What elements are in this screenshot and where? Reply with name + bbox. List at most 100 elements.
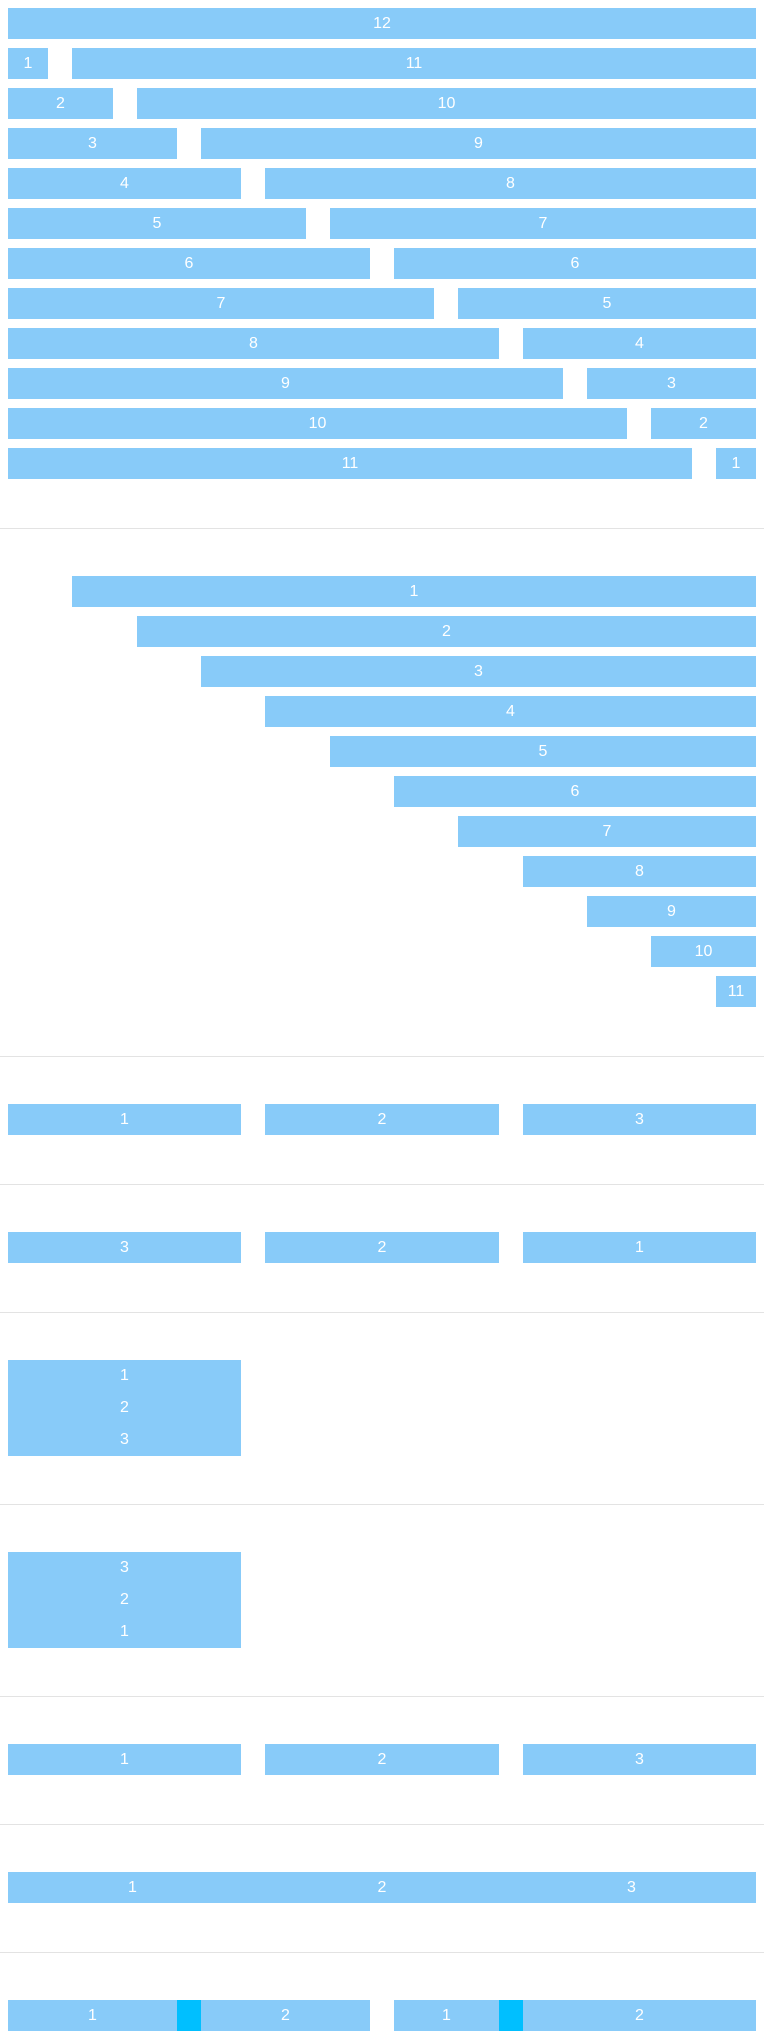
split-cell: 1 xyxy=(394,2000,499,2031)
cell-label: 8 xyxy=(635,862,644,880)
cell-label: 5 xyxy=(602,294,612,312)
stack-item: 3 xyxy=(8,1424,241,1456)
grid-cell-left: 2 xyxy=(8,88,113,119)
section-divider xyxy=(0,1824,764,1825)
column-cell: 1 xyxy=(8,1104,241,1135)
wide-bar: 1 2 3 xyxy=(8,1872,756,1903)
cell-label: 8 xyxy=(249,334,258,352)
cell-label: 1 xyxy=(120,1110,129,1128)
cell-label: 6 xyxy=(570,254,580,272)
cell-label: 1 xyxy=(442,2006,451,2024)
cell-label: 3 xyxy=(635,1110,644,1128)
cell-label: 2 xyxy=(120,1399,129,1416)
wide-bar-label: 2 xyxy=(377,1878,387,1896)
grid-cell-right: 2 xyxy=(651,408,756,439)
cell-label: 2 xyxy=(377,1238,387,1256)
offset-cell: 10 xyxy=(651,936,756,967)
column-cell: 1 xyxy=(523,1232,756,1263)
cell-label: 2 xyxy=(377,1110,387,1128)
cell-label: 4 xyxy=(635,334,644,352)
cell-label: 4 xyxy=(506,702,515,720)
cell-label: 2 xyxy=(281,2006,290,2024)
stack-item: 1 xyxy=(8,1616,241,1648)
cell-label: 2 xyxy=(442,622,451,640)
cell-label: 3 xyxy=(667,374,676,392)
offset-cell: 3 xyxy=(201,656,756,687)
cell-label: 2 xyxy=(377,1750,387,1768)
offset-cell: 8 xyxy=(523,856,756,887)
grid-cell-left: 4 xyxy=(8,168,241,199)
section-divider xyxy=(0,1696,764,1697)
cell-label: 9 xyxy=(474,134,483,152)
cell-label: 2 xyxy=(56,94,65,112)
stack-item: 2 xyxy=(8,1392,241,1424)
offset-cell: 9 xyxy=(587,896,756,927)
cell-label: 6 xyxy=(570,782,580,800)
offset-cell: 1 xyxy=(72,576,756,607)
cell-label: 8 xyxy=(506,174,515,192)
cell-label: 3 xyxy=(120,1559,129,1576)
cell-label: 10 xyxy=(694,942,713,960)
cell-label: 3 xyxy=(120,1431,129,1448)
cell-label: 7 xyxy=(216,294,226,312)
vertical-stack: 1 2 3 xyxy=(8,1360,241,1456)
offset-cell: 2 xyxy=(137,616,756,647)
stack-item: 3 xyxy=(8,1552,241,1584)
wide-bar-label: 3 xyxy=(627,1878,636,1896)
cell-label: 1 xyxy=(120,1623,129,1640)
offset-cell: 6 xyxy=(394,776,756,807)
grid-cell-right: 4 xyxy=(523,328,756,359)
grid-cell-left: 9 xyxy=(8,368,563,399)
grid-cell-left: 1 xyxy=(8,48,48,79)
column-cell: 2 xyxy=(265,1232,499,1263)
column-cell: 1 xyxy=(8,1744,241,1775)
grid-cell-right: 8 xyxy=(265,168,756,199)
cell-label: 3 xyxy=(635,1750,644,1768)
offset-cell: 7 xyxy=(458,816,756,847)
cell-label: 3 xyxy=(474,662,483,680)
cell-label: 1 xyxy=(120,1367,129,1384)
column-cell: 3 xyxy=(523,1744,756,1775)
stack-item: 1 xyxy=(8,1360,241,1392)
stack-item: 2 xyxy=(8,1584,241,1616)
section-divider xyxy=(0,1312,764,1313)
column-cell: 2 xyxy=(265,1744,499,1775)
grid-cell-right: 5 xyxy=(458,288,756,319)
accent-separator xyxy=(499,2000,523,2031)
cell-label: 1 xyxy=(409,582,419,600)
grid-cell-right: 1 xyxy=(716,448,756,479)
grid-cell-full: 12 xyxy=(8,8,756,39)
cell-label: 4 xyxy=(120,174,129,192)
grid-cell-left: 3 xyxy=(8,128,177,159)
grid-cell-right: 10 xyxy=(137,88,756,119)
split-cell: 2 xyxy=(523,2000,756,2031)
column-cell: 3 xyxy=(8,1232,241,1263)
cell-label: 11 xyxy=(727,982,745,1000)
grid-cell-left: 6 xyxy=(8,248,370,279)
cell-label: 7 xyxy=(538,214,548,232)
cell-label: 6 xyxy=(184,254,194,272)
grid-cell-left: 8 xyxy=(8,328,499,359)
offset-cell: 4 xyxy=(265,696,756,727)
cell-label: 10 xyxy=(437,94,456,112)
grid-cell-right: 11 xyxy=(72,48,756,79)
cell-label: 10 xyxy=(308,414,327,432)
cell-label: 11 xyxy=(405,54,423,72)
section-divider xyxy=(0,1056,764,1057)
grid-cell-right: 7 xyxy=(330,208,756,239)
cell-label: 7 xyxy=(602,822,612,840)
split-cell: 2 xyxy=(201,2000,370,2031)
cell-label: 1 xyxy=(731,454,741,472)
grid-cell-right: 9 xyxy=(201,128,756,159)
offset-cell: 11 xyxy=(716,976,756,1007)
cell-label: 2 xyxy=(120,1591,129,1608)
offset-cell: 5 xyxy=(330,736,756,767)
section-divider xyxy=(0,1184,764,1185)
cell-label: 2 xyxy=(635,2006,644,2024)
cell-label: 12 xyxy=(373,14,391,32)
grid-cell-left: 7 xyxy=(8,288,434,319)
split-cell: 1 xyxy=(8,2000,177,2031)
cell-label: 2 xyxy=(699,414,708,432)
cell-label: 9 xyxy=(667,902,676,920)
section-divider xyxy=(0,1952,764,1953)
